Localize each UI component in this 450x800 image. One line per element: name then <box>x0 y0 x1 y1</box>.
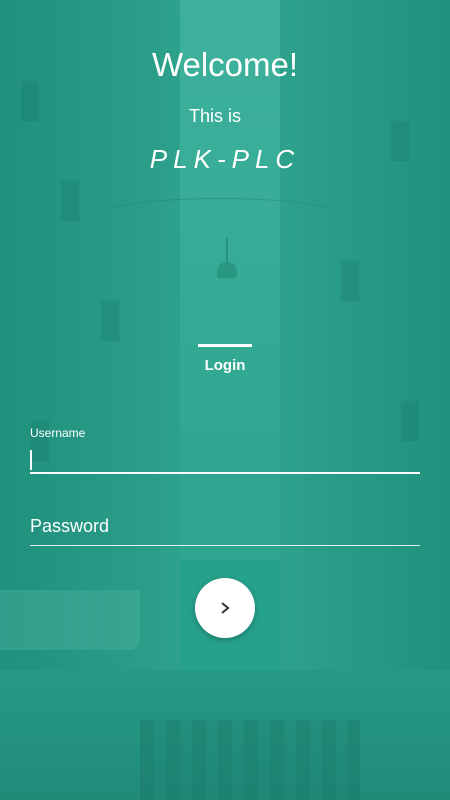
username-label: Username <box>30 426 86 440</box>
password-field[interactable]: Password <box>30 516 420 546</box>
tab-login-label: Login <box>204 357 246 374</box>
password-placeholder: Password <box>30 516 110 536</box>
login-screen: Welcome! This is PLK-PLC Login Username … <box>0 0 450 800</box>
username-input[interactable] <box>30 450 420 474</box>
active-tab-indicator <box>198 344 252 347</box>
password-input[interactable] <box>30 545 420 546</box>
brand-name: PLK-PLC <box>149 144 301 174</box>
username-field[interactable]: Username <box>30 426 420 474</box>
subtitle: This is <box>188 106 241 126</box>
chevron-right-icon <box>221 602 230 614</box>
text-cursor <box>30 450 32 470</box>
login-submit-button[interactable] <box>195 578 255 638</box>
tab-login[interactable]: Login <box>196 344 254 374</box>
welcome-title: Welcome! <box>151 46 299 83</box>
